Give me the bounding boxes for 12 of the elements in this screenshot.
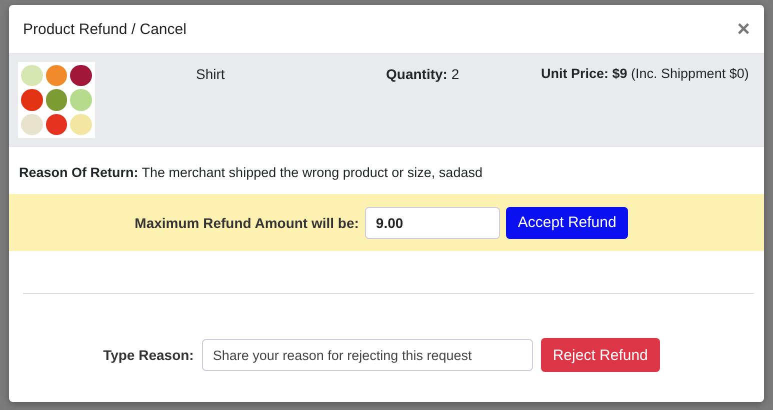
reject-refund-button[interactable]: Reject Refund xyxy=(540,338,660,372)
close-button[interactable]: × xyxy=(733,19,754,39)
return-reason-text: Reason Of Return: The merchant shipped the wrong product or size, sadasd xyxy=(18,164,484,182)
reject-reason-field[interactable]: Share your reason for rejecting this request xyxy=(202,339,533,371)
product-name: Shirt xyxy=(196,65,226,84)
accept-refund-button[interactable]: Accept Refund xyxy=(506,206,628,238)
modal-title: Product Refund / Cancel xyxy=(23,20,186,38)
reject-reason-label: Type Reason: xyxy=(103,347,194,363)
refund-amount-field[interactable]: 9.00 xyxy=(364,206,500,238)
refund-amount-label: Maximum Refund Amount will be: xyxy=(134,214,359,230)
quantity-text: Quantity: 2 xyxy=(386,65,460,84)
unit-price-text: Unit Price: $9 (Inc. Shippment $0) xyxy=(541,65,750,83)
